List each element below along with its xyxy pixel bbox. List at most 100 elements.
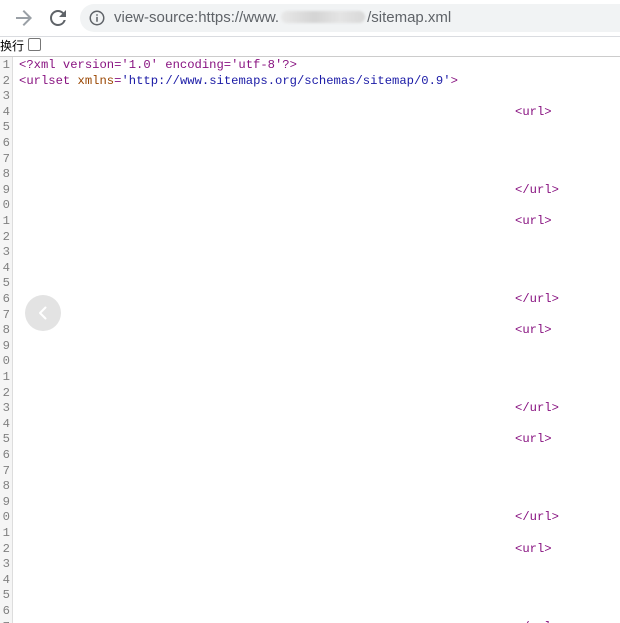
url-open-tag: <url>: [515, 541, 552, 556]
source-line: 3<priority>0.9</priority>: [0, 245, 620, 260]
line-number: 4: [2, 416, 10, 431]
line-code: </url>: [515, 292, 559, 307]
source-line: 5<lastmod>2022-07-13</lastmod>: [0, 588, 620, 603]
urlset-close-bracket: >: [450, 73, 458, 88]
source-line: 5<loc>https://SiteInfo.asp?SiteID=25122<…: [0, 120, 620, 135]
line-number: 5: [2, 276, 10, 291]
line-number: 4: [2, 572, 10, 587]
source-line: 2<loc>https:/SiteInfo.asp?SiteID=25121</…: [0, 230, 620, 245]
url-close-tag: </url>: [515, 510, 559, 525]
line-number: 5: [2, 588, 10, 603]
line-number: 7: [0, 620, 10, 623]
source-line: 3<loc>https://SiteInfo.asp?SiteID=25118<…: [0, 557, 620, 572]
source-line: 0 </url>: [0, 510, 620, 525]
line-number: 6: [2, 292, 10, 306]
url-text[interactable]: view-source:https://www. /sitemap.xml: [114, 9, 451, 27]
line-number: 8: [2, 167, 10, 182]
line-number: 2: [2, 73, 10, 88]
source-line: 9 </url>: [0, 183, 620, 198]
line-number: 7: [2, 463, 10, 478]
url-open-tag: <url>: [515, 214, 552, 228]
url-open-tag: <url>: [515, 432, 552, 447]
url-close-tag: </url>: [515, 620, 559, 623]
line-number: 9: [2, 338, 10, 353]
line-number: 9: [2, 494, 10, 509]
source-line: 7<lastmod>2022-07-13</lastmod>: [0, 152, 620, 167]
source-view: 1 <?xml version='1.0' encoding='utf-8'?> 2…: [0, 57, 620, 623]
line-number: 3: [2, 245, 10, 260]
urlset-attr-name: xmlns: [77, 73, 115, 88]
source-line: 1 <url>: [0, 214, 620, 229]
source-line: 3 </url>: [0, 401, 620, 416]
source-line: 6<priority>0.9</priority>: [0, 136, 620, 151]
line-number: 9: [2, 182, 10, 197]
line-code: <url>: [515, 432, 552, 447]
source-line: 6<loc>https://SiteInfo.asp?SiteID=25119<…: [0, 448, 620, 463]
info-icon: [89, 10, 105, 26]
browser-toolbar: view-source:https://www. /sitemap.xml: [0, 0, 620, 37]
source-line: 7 </url>: [0, 620, 620, 623]
source-line: 5<changefreq>always</changefreq>: [0, 276, 620, 291]
line-code: <url>: [515, 105, 552, 120]
source-line: 0: [0, 198, 620, 213]
line-number: 5: [2, 432, 10, 447]
url-open-tag: <url>: [515, 323, 552, 338]
address-bar[interactable]: view-source:https://www. /sitemap.xml: [80, 4, 620, 32]
line-number: 6: [2, 448, 10, 462]
line-number: 2: [2, 229, 10, 244]
line-number: 2: [2, 541, 10, 556]
source-line: 8<changefreq>always</changefreq>: [0, 167, 620, 182]
url-close-tag: </url>: [515, 292, 559, 306]
line-number: 8: [2, 323, 10, 338]
line-number: 5: [2, 120, 10, 135]
line-number: 0: [2, 198, 10, 213]
site-info-button[interactable]: [88, 9, 106, 27]
line-code: <?xml version='1.0' encoding='utf-8'?>: [19, 58, 297, 73]
source-line: 8<lastmod>2022-07-13</lastmod>: [0, 479, 620, 494]
line-code: <url>: [515, 542, 552, 557]
line-number: 6: [2, 604, 10, 618]
line-code: </url>: [515, 401, 559, 416]
source-line: 4 <url>: [0, 105, 620, 120]
line-number: 3: [2, 557, 10, 572]
source-line: 4: [0, 417, 620, 432]
line-number: 6: [2, 136, 10, 150]
url-prefix: view-source:https://www.: [114, 9, 280, 26]
url-close-tag: </url>: [515, 401, 559, 416]
source-line: 6 </url>: [0, 292, 620, 307]
line-number: 4: [2, 104, 10, 119]
xml-declaration: <?xml version='1.0' encoding='utf-8'?>: [19, 58, 297, 72]
line-wrap-checkbox[interactable]: [28, 38, 42, 51]
source-line: 7: [0, 308, 620, 323]
source-line: 1<lastmod>2022-07-13</lastmod>: [0, 370, 620, 385]
source-line: 2<changefreq>always</changefreq>: [0, 386, 620, 401]
line-wrap-toggle: 换行: [0, 38, 42, 54]
line-code: </url>: [515, 510, 559, 525]
line-code: <urlset xmlns='http://www.sitemaps.org/s…: [19, 73, 458, 88]
source-line: 2 <urlset xmlns='http://www.sitemaps.org/…: [0, 74, 620, 89]
source-line: 9<changefreq>always</changefreq>: [0, 495, 620, 510]
line-code: <url>: [515, 214, 552, 229]
line-number: 1: [2, 58, 10, 72]
line-number: 3: [2, 401, 10, 416]
source-line: 2 <url>: [0, 542, 620, 557]
source-line: 5 <url>: [0, 432, 620, 447]
reload-button[interactable]: [46, 6, 70, 30]
line-number: 0: [2, 510, 10, 525]
line-number: 7: [2, 307, 10, 322]
urlset-attr-value: 'http://www.sitemaps.org/schemas/sitemap…: [121, 73, 451, 88]
reload-icon: [50, 9, 66, 26]
source-line: 4<lastmod>2022-07-13</lastmod>: [0, 261, 620, 276]
floating-back-button[interactable]: [25, 295, 61, 331]
source-line: 8 <url>: [0, 323, 620, 338]
redacted-domain: [281, 11, 366, 23]
line-wrap-label: 换行: [0, 39, 25, 53]
source-line: 9<loc>https:SiteInfo.asp?SiteID=25120</l…: [0, 339, 620, 354]
line-number: 4: [2, 260, 10, 275]
line-number: 0: [2, 354, 10, 369]
forward-button[interactable]: [12, 6, 36, 30]
source-line: 7<priority>0.9</priority>: [0, 464, 620, 479]
chevron-left-icon: [39, 306, 47, 320]
urlset-open-tag: <urlset: [19, 73, 71, 88]
line-number: 8: [2, 479, 10, 494]
